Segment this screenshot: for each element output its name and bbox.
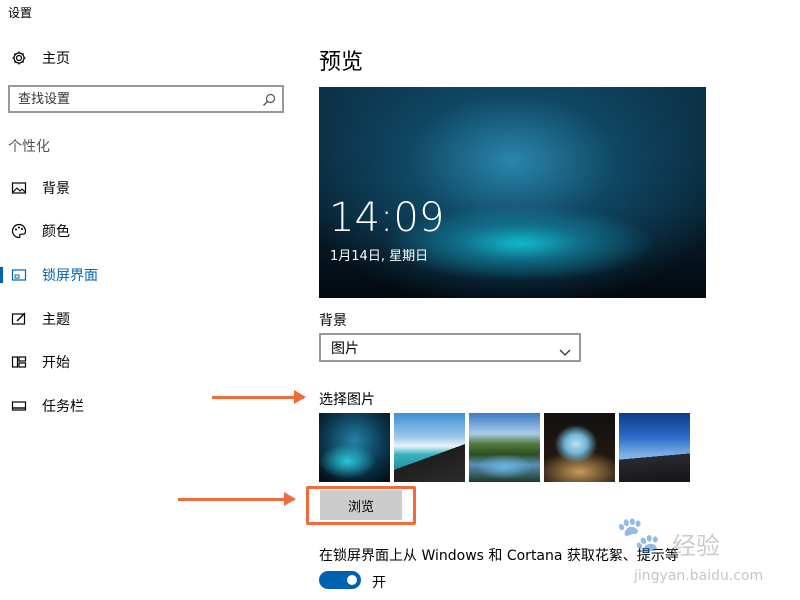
background-dropdown[interactable]: 图片	[319, 333, 581, 362]
sidebar: 主页 个性化 背景 颜色 锁屏界面 主题 开始	[0, 0, 300, 600]
sidebar-item-label: 主题	[42, 312, 70, 328]
page-title: 预览	[319, 50, 364, 75]
start-icon	[11, 354, 27, 370]
annotation-arrow-icon	[178, 492, 296, 506]
sidebar-item-lock-screen[interactable]: 锁屏界面	[0, 257, 300, 293]
sidebar-item-label: 任务栏	[42, 399, 84, 415]
sidebar-item-colors[interactable]: 颜色	[0, 213, 300, 249]
sidebar-item-home[interactable]: 主页	[0, 40, 300, 76]
sidebar-item-start[interactable]: 开始	[0, 344, 300, 380]
toggle-knob	[347, 575, 357, 585]
watermark-name: 经验	[672, 532, 720, 560]
watermark: 🐾 经验 jingyan.baidu.com	[612, 510, 792, 595]
thumbnail-night-coast[interactable]	[619, 413, 690, 482]
palette-icon	[11, 223, 27, 239]
toggle-state-label: 开	[372, 575, 386, 591]
sidebar-item-background[interactable]: 背景	[0, 170, 300, 206]
sidebar-item-label: 锁屏界面	[42, 268, 98, 284]
thumbnail-ice-cave[interactable]	[319, 413, 390, 482]
annotation-arrow-icon	[212, 390, 306, 404]
sidebar-item-label: 颜色	[42, 224, 70, 240]
sidebar-item-label: 主页	[42, 51, 70, 67]
background-label: 背景	[319, 313, 347, 329]
preview-date: 1月14日, 星期日	[330, 249, 429, 264]
gear-icon	[11, 50, 27, 66]
picture-thumbnails	[319, 413, 690, 482]
lock-screen-preview: 14:09 1月14日, 星期日	[319, 87, 706, 298]
paw-logo-icon: 🐾	[616, 515, 661, 556]
search-input[interactable]	[10, 90, 260, 108]
taskbar-icon	[11, 398, 27, 414]
sidebar-item-taskbar[interactable]: 任务栏	[0, 388, 300, 424]
preview-time: 14:09	[329, 195, 445, 241]
thumbnail-sea-cave[interactable]	[544, 413, 615, 482]
sidebar-item-themes[interactable]: 主题	[0, 301, 300, 337]
section-header: 个性化	[8, 139, 50, 155]
lock-screen-icon	[11, 267, 27, 283]
sidebar-item-label: 开始	[42, 355, 70, 371]
search-box[interactable]	[8, 85, 284, 113]
choose-picture-label: 选择图片	[319, 392, 375, 408]
annotation-highlight-box	[306, 486, 416, 525]
watermark-url: jingyan.baidu.com	[634, 568, 764, 584]
thumbnail-mountain-lake[interactable]	[469, 413, 540, 482]
picture-icon	[11, 180, 27, 196]
chevron-down-icon	[559, 342, 571, 356]
dropdown-value: 图片	[331, 340, 359, 357]
theme-icon	[11, 311, 27, 327]
thumbnail-beach-cliff[interactable]	[394, 413, 465, 482]
sidebar-item-label: 背景	[42, 181, 70, 197]
search-icon[interactable]	[262, 92, 276, 106]
cortana-tips-toggle[interactable]	[319, 571, 361, 589]
